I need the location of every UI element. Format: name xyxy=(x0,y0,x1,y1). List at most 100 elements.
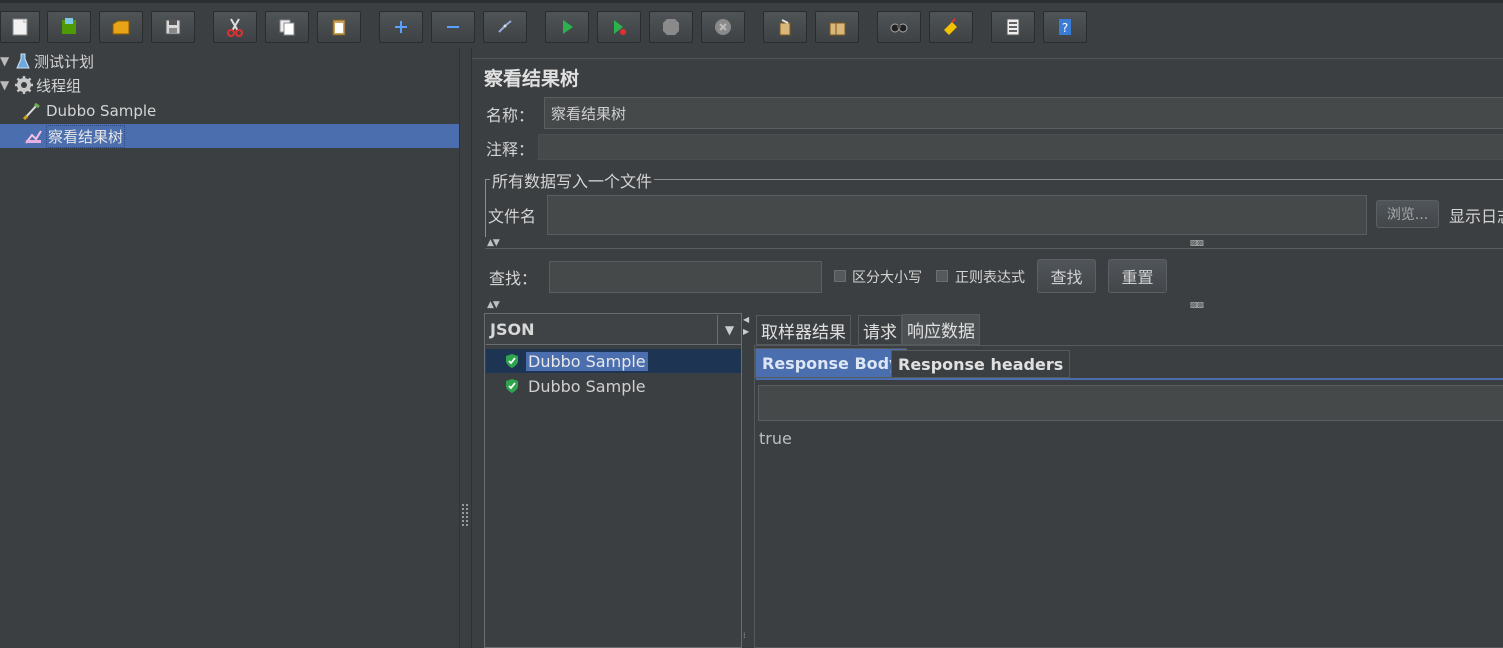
start-no-pauses-icon xyxy=(614,20,626,35)
reset-search-button[interactable] xyxy=(929,11,973,43)
divider-grip-icon[interactable]: ▨▨ xyxy=(1190,300,1204,309)
name-field[interactable]: 察看结果树 xyxy=(544,97,1503,129)
filename-label: 文件名 xyxy=(488,207,537,226)
new-button[interactable] xyxy=(0,11,40,43)
dropdown-arrow-icon[interactable]: ▼ xyxy=(717,315,741,344)
divider-grip-icon[interactable]: ▨▨ xyxy=(1190,238,1204,247)
clear-icon xyxy=(779,19,791,36)
templates-button[interactable] xyxy=(47,11,91,43)
filename-field[interactable] xyxy=(547,195,1367,235)
toggle-icon xyxy=(498,20,512,33)
right-arrow-icon[interactable]: ▶ xyxy=(743,327,749,336)
display-log-label[interactable]: 显示日志内容 xyxy=(1449,203,1503,227)
test-plan-icon xyxy=(16,53,30,69)
collapse-triangle-icon[interactable]: ▼ xyxy=(0,78,12,92)
paste-icon xyxy=(332,19,346,36)
tree-item-label: 线程组 xyxy=(36,76,82,95)
tree-item-test-plan[interactable]: ▼ 测试计划 xyxy=(0,49,459,73)
tree-item-label: Dubbo Sample xyxy=(46,102,157,120)
find-button[interactable]: 查找 xyxy=(1037,259,1096,293)
tab-response-headers[interactable]: Response headers xyxy=(891,350,1071,378)
success-shield-icon xyxy=(506,354,518,368)
listener-icon xyxy=(25,130,42,144)
sample-row[interactable]: Dubbo Sample xyxy=(486,374,741,398)
tab-response-data[interactable]: 响应数据 xyxy=(902,314,980,345)
open-icon xyxy=(112,20,130,35)
tab-request[interactable]: 请求 xyxy=(858,315,902,345)
start-no-pauses-button[interactable] xyxy=(597,11,641,43)
paste-button[interactable] xyxy=(317,11,361,43)
copy-icon xyxy=(279,19,295,36)
response-body-text: true xyxy=(759,429,792,448)
tree-item-label: 测试计划 xyxy=(34,52,95,71)
clear-all-icon xyxy=(829,22,846,36)
comment-label: 注释： xyxy=(486,140,535,159)
tree-item-label: 察看结果树 xyxy=(46,124,126,148)
case-sensitive-checkbox[interactable] xyxy=(834,270,846,282)
splitter-grip-icon[interactable]: ⁞ xyxy=(743,631,746,640)
function-helper-icon xyxy=(1006,18,1020,36)
regex-checkbox[interactable] xyxy=(936,270,948,282)
clear-all-button[interactable] xyxy=(815,11,859,43)
vertical-splitter[interactable] xyxy=(459,48,471,648)
sampler-icon xyxy=(22,102,40,120)
start-icon xyxy=(563,20,573,34)
view-results-tree-panel: 察看结果树 名称： 察看结果树 注释： 所有数据写入一个文件 文件名 浏览...… xyxy=(471,48,1503,648)
shutdown-button[interactable] xyxy=(701,11,745,43)
stop-icon xyxy=(663,19,679,35)
svg-text:?: ? xyxy=(1062,21,1068,35)
test-plan-tree: ▼ 测试计划 ▼ 线程组 Dubbo Sample 察看结果树 xyxy=(0,48,459,648)
renderer-select[interactable]: JSON ▼ xyxy=(486,315,741,345)
splitter-grip-icon[interactable] xyxy=(461,503,469,527)
copy-button[interactable] xyxy=(265,11,309,43)
collapse-icon xyxy=(447,26,459,28)
sample-label: Dubbo Sample xyxy=(526,351,648,371)
tree-item-view-results-tree[interactable]: 察看结果树 xyxy=(0,124,459,148)
toolbar: ? xyxy=(0,0,1503,48)
expand-button[interactable] xyxy=(379,11,423,43)
tab-response-body[interactable]: Response Body xyxy=(755,348,907,378)
open-button[interactable] xyxy=(99,11,143,43)
results-splitter[interactable]: ◀ ▶ ⁞ xyxy=(742,313,752,648)
tree-item-thread-group[interactable]: ▼ 线程组 xyxy=(0,73,459,97)
divider-arrows-icon[interactable]: ▲▼ xyxy=(487,300,500,310)
case-sensitive-label: 区分大小写 xyxy=(852,270,922,286)
divider-arrows-icon[interactable]: ▲▼ xyxy=(487,238,500,248)
regex-label: 正则表达式 xyxy=(955,270,1025,286)
function-helper-button[interactable] xyxy=(991,11,1035,43)
response-search-field[interactable] xyxy=(758,385,1503,421)
search-button[interactable] xyxy=(877,11,921,43)
gear-icon xyxy=(15,76,33,94)
cut-button[interactable] xyxy=(213,11,257,43)
comment-field[interactable] xyxy=(538,134,1503,160)
templates-icon xyxy=(62,18,76,34)
reset-button[interactable]: 重置 xyxy=(1108,259,1167,293)
search-label: 查找： xyxy=(489,269,538,288)
shutdown-icon xyxy=(715,19,731,35)
cut-icon xyxy=(227,18,243,37)
success-shield-icon xyxy=(506,379,518,393)
tab-sampler-result[interactable]: 取样器结果 xyxy=(756,315,851,345)
start-button[interactable] xyxy=(545,11,589,43)
expand-icon xyxy=(395,21,407,33)
clear-button[interactable] xyxy=(763,11,807,43)
search-field[interactable] xyxy=(549,261,822,293)
left-arrow-icon[interactable]: ◀ xyxy=(743,315,749,324)
collapse-triangle-icon[interactable]: ▼ xyxy=(0,54,12,68)
collapse-button[interactable] xyxy=(431,11,475,43)
save-button[interactable] xyxy=(151,11,195,43)
help-button[interactable]: ? xyxy=(1043,11,1087,43)
help-icon: ? xyxy=(1059,19,1071,35)
new-icon xyxy=(12,18,28,36)
file-group-title: 所有数据写入一个文件 xyxy=(490,168,655,192)
browse-button[interactable]: 浏览... xyxy=(1376,200,1439,228)
toggle-button[interactable] xyxy=(483,11,527,43)
results-list-panel: JSON ▼ Dubbo Sample Dubbo Sample xyxy=(484,313,742,648)
stop-button[interactable] xyxy=(649,11,693,43)
reset-search-icon xyxy=(944,18,957,35)
sample-row[interactable]: Dubbo Sample xyxy=(486,349,741,373)
sample-label: Dubbo Sample xyxy=(528,376,646,396)
name-label: 名称： xyxy=(486,106,535,125)
search-icon xyxy=(890,23,908,33)
tree-item-dubbo-sample[interactable]: Dubbo Sample xyxy=(22,99,459,123)
